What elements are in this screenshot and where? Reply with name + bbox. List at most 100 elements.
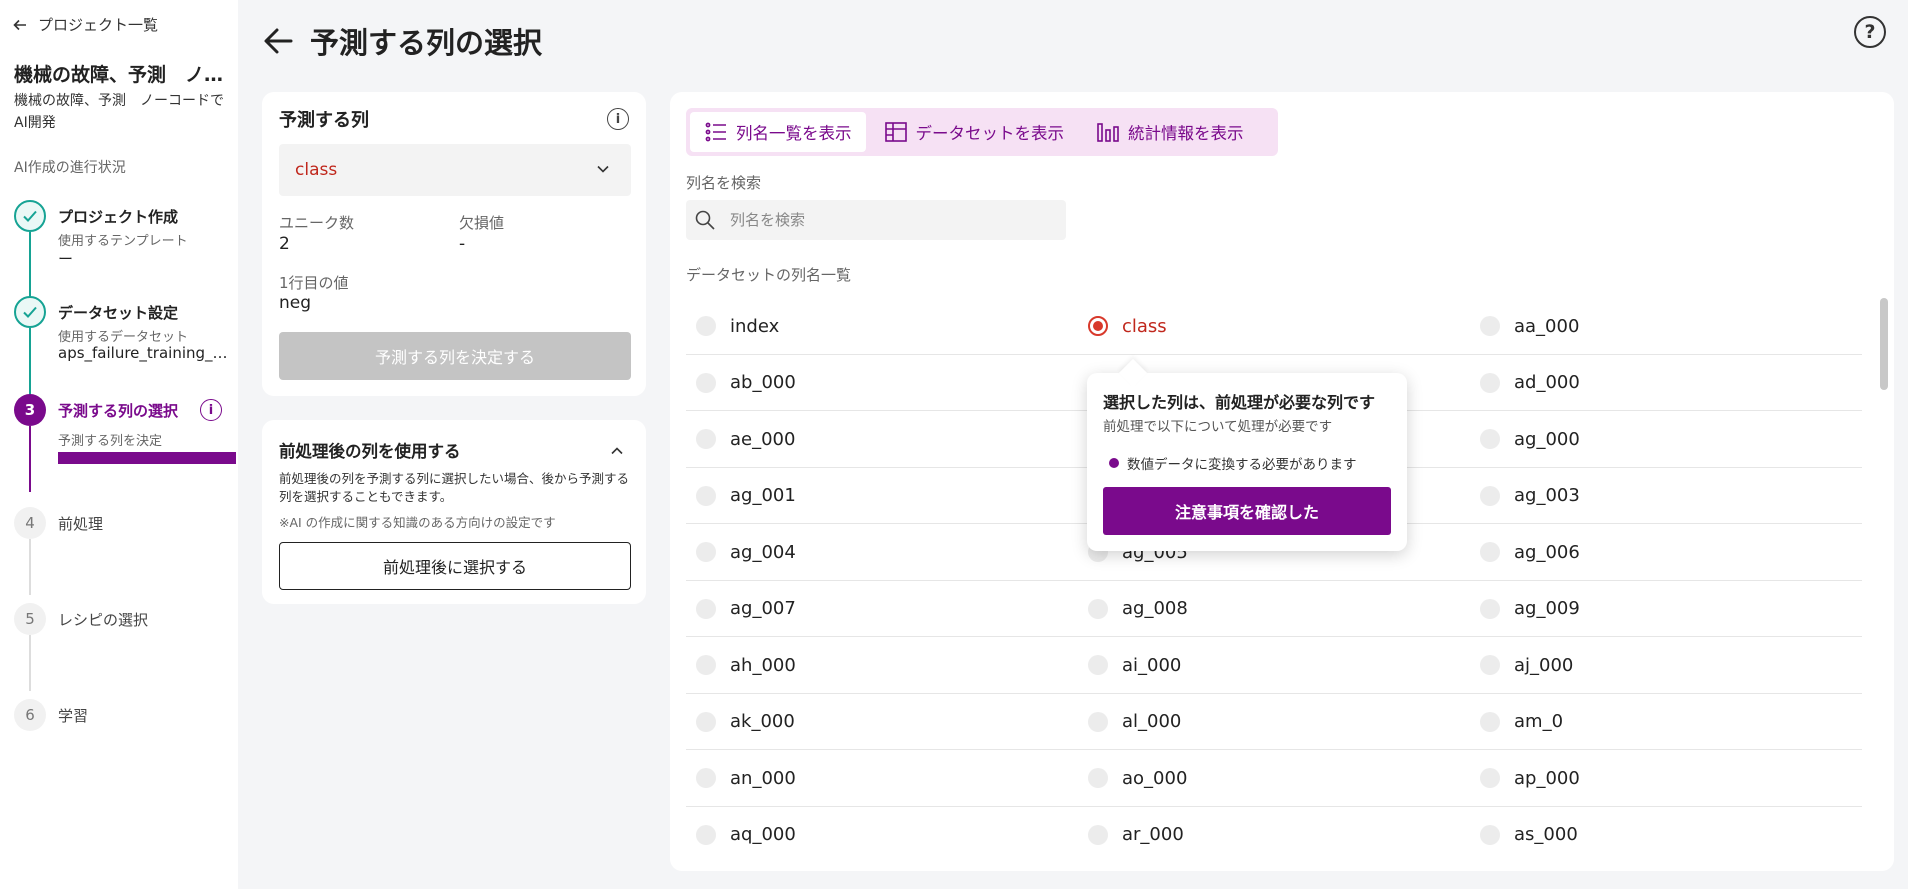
radio-button[interactable] (1480, 655, 1500, 675)
arrow-left-icon (13, 19, 26, 30)
column-option-selected[interactable]: class (1088, 298, 1167, 354)
column-option[interactable]: ag_007 (696, 581, 796, 637)
first-row-value: neg (279, 293, 312, 313)
column-option[interactable]: ao_000 (1088, 750, 1187, 806)
column-option[interactable]: aq_000 (696, 807, 796, 863)
table-row: aq_000 ar_000 as_000 (686, 807, 1862, 864)
radio-button[interactable] (1480, 711, 1500, 732)
column-name: ag_003 (1514, 485, 1580, 506)
radio-button[interactable] (696, 768, 716, 788)
popover-bullet: 数値データに変換する必要があります (1109, 453, 1357, 473)
column-option[interactable]: ag_001 (696, 468, 796, 524)
column-option[interactable]: ab_000 (696, 355, 796, 411)
column-name: ag_001 (730, 485, 796, 506)
radio-button[interactable] (696, 598, 716, 619)
popover-subtitle: 前処理で以下について処理が必要です (1103, 419, 1333, 435)
tab-label: データセットを表示 (915, 124, 1065, 143)
radio-button[interactable] (1480, 485, 1500, 506)
step-number: 6 (14, 699, 46, 731)
radio-button[interactable] (1480, 768, 1500, 788)
column-name: aj_000 (1514, 654, 1574, 676)
column-option[interactable]: ag_006 (1480, 524, 1580, 580)
radio-button[interactable] (1480, 824, 1500, 845)
column-option[interactable]: ag_003 (1480, 468, 1580, 524)
column-option[interactable]: an_000 (696, 750, 796, 806)
step-done-indicator (14, 296, 46, 328)
radio-button[interactable] (696, 655, 716, 675)
back-arrow-icon[interactable] (262, 25, 294, 57)
column-name: aa_000 (1514, 315, 1580, 337)
column-option[interactable]: ai_000 (1088, 637, 1181, 693)
decide-target-button[interactable]: 予測する列を決定する (279, 332, 631, 380)
table-icon (884, 122, 907, 142)
target-column-select[interactable]: class (279, 144, 631, 196)
column-option[interactable]: ag_009 (1480, 581, 1580, 637)
column-option[interactable]: ak_000 (696, 694, 795, 750)
column-option[interactable]: as_000 (1480, 807, 1578, 863)
radio-button[interactable] (696, 824, 716, 845)
radio-button[interactable] (1480, 372, 1500, 393)
column-option[interactable]: ag_008 (1088, 581, 1188, 637)
radio-button-selected[interactable] (1088, 316, 1108, 336)
preprocess-warning-popover: 選択した列は、前処理が必要な列です 前処理で以下について処理が必要です 数値デー… (1087, 373, 1407, 551)
column-option[interactable]: am_0 (1480, 694, 1563, 750)
info-icon[interactable]: i (200, 399, 222, 421)
search-box (686, 200, 1066, 240)
step-title: 前処理 (58, 515, 104, 533)
step-value: ー (58, 250, 74, 268)
tab-dataset[interactable]: データセットを表示 (870, 112, 1079, 152)
radio-button[interactable] (696, 542, 716, 562)
step-title: 予測する列の選択 (58, 402, 179, 420)
column-option[interactable]: ag_000 (1480, 411, 1580, 467)
step-connector (29, 635, 31, 691)
info-icon[interactable]: i (607, 108, 629, 130)
column-option[interactable]: ap_000 (1480, 750, 1580, 806)
radio-button[interactable] (1480, 316, 1500, 336)
list-icon (705, 122, 726, 142)
radio-button[interactable] (1480, 429, 1500, 449)
back-to-projects-link[interactable]: プロジェクト一覧 (12, 14, 158, 35)
tab-statistics[interactable]: 統計情報を表示 (1082, 112, 1258, 152)
column-option[interactable]: ad_000 (1480, 355, 1580, 411)
radio-button[interactable] (696, 711, 716, 732)
column-name: an_000 (730, 767, 796, 789)
radio-button[interactable] (696, 372, 716, 393)
column-option[interactable]: ae_000 (696, 411, 795, 467)
column-name: am_0 (1514, 711, 1564, 732)
step-title: 学習 (58, 707, 89, 725)
radio-button[interactable] (696, 485, 716, 506)
column-option[interactable]: aj_000 (1480, 637, 1573, 693)
project-title: 機械の故障、予測 ノーコードでAI開発 (14, 64, 226, 86)
back-link-label: プロジェクト一覧 (38, 16, 159, 34)
radio-button[interactable] (1480, 598, 1500, 619)
radio-button[interactable] (1088, 655, 1108, 675)
select-after-preprocess-button[interactable]: 前処理後に選択する (279, 542, 631, 590)
column-option[interactable]: ah_000 (696, 637, 796, 693)
tab-column-list[interactable]: 列名一覧を表示 (690, 112, 866, 152)
unique-count-value: 2 (279, 234, 290, 254)
step-title: データセット設定 (58, 304, 179, 322)
column-option[interactable]: al_000 (1088, 694, 1181, 750)
radio-button[interactable] (1088, 768, 1108, 788)
column-option[interactable]: ag_004 (696, 524, 796, 580)
chevron-up-icon[interactable] (608, 442, 626, 460)
radio-button[interactable] (1088, 824, 1108, 845)
radio-button[interactable] (696, 316, 716, 336)
selected-value: class (295, 160, 338, 180)
radio-button[interactable] (696, 429, 716, 449)
search-input[interactable] (730, 200, 1050, 240)
tab-label: 統計情報を表示 (1128, 124, 1244, 143)
column-option[interactable]: aa_000 (1480, 298, 1579, 354)
radio-button[interactable] (1088, 711, 1108, 732)
column-name: as_000 (1514, 824, 1578, 845)
check-icon (23, 306, 37, 318)
help-icon[interactable]: ? (1854, 16, 1886, 48)
preprocessed-description: 前処理後の列を予測する列に選択したい場合、後から予測する列を選択することもできま… (279, 471, 630, 504)
radio-button[interactable] (1480, 542, 1500, 562)
bar-chart-icon (1097, 123, 1119, 142)
acknowledge-button[interactable]: 注意事項を確認した (1103, 487, 1391, 535)
radio-button[interactable] (1088, 598, 1108, 619)
list-scrollbar[interactable] (1880, 298, 1888, 390)
column-option[interactable]: ar_000 (1088, 807, 1184, 863)
column-option[interactable]: index (696, 298, 779, 354)
